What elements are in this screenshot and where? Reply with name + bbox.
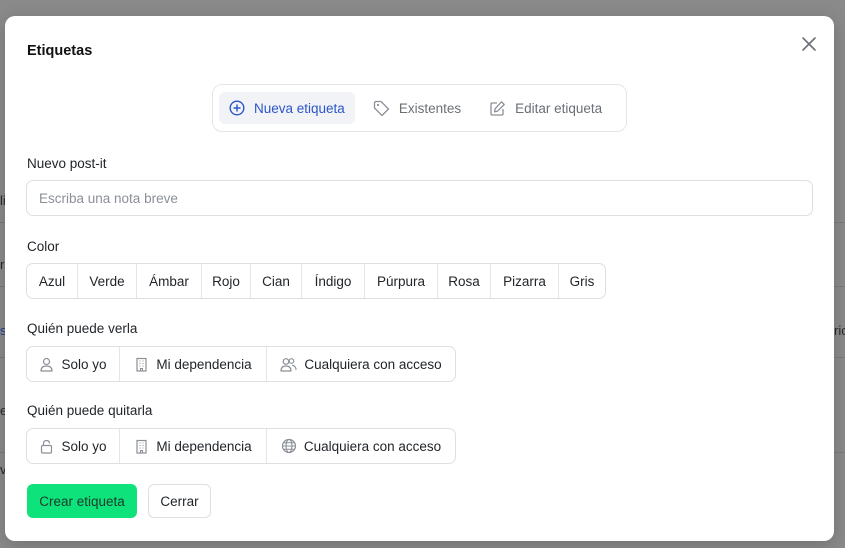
- close-modal-button[interactable]: Cerrar: [148, 484, 211, 518]
- option-label: Solo yo: [61, 438, 107, 454]
- color-option-gris[interactable]: Gris: [559, 264, 605, 298]
- lock-icon: [41, 439, 53, 454]
- note-label: Nuevo post-it: [27, 156, 107, 171]
- visibility-selector: Solo yo Mi dependencia Cualquiera con ac…: [26, 346, 456, 382]
- visibility-option-only-me[interactable]: Solo yo: [27, 347, 120, 381]
- create-label-button[interactable]: Crear etiqueta: [27, 484, 137, 518]
- color-selector: Azul Verde Ámbar Rojo Cian Índigo Púrpur…: [26, 263, 606, 299]
- visibility-label: Quién puede verla: [27, 321, 138, 336]
- tab-new-label[interactable]: Nueva etiqueta: [219, 92, 355, 124]
- tag-icon: [373, 100, 389, 116]
- color-option-indigo[interactable]: Índigo: [302, 264, 365, 298]
- option-label: Mi dependencia: [156, 438, 252, 454]
- option-label: Cualquiera con acceso: [303, 438, 442, 454]
- plus-circle-icon: [229, 100, 245, 116]
- edit-icon: [490, 100, 505, 116]
- globe-icon: [281, 438, 296, 454]
- close-button[interactable]: [798, 33, 820, 55]
- option-label: Mi dependencia: [156, 356, 252, 372]
- user-icon: [40, 357, 54, 372]
- users-icon: [280, 357, 297, 372]
- color-option-rosa[interactable]: Rosa: [438, 264, 491, 298]
- color-option-rojo[interactable]: Rojo: [202, 264, 251, 298]
- color-label: Color: [27, 239, 60, 254]
- tab-bar: Nueva etiqueta Existentes Editar etiquet…: [212, 84, 627, 132]
- background-text: r: [0, 257, 5, 272]
- tab-edit-label[interactable]: Editar etiqueta: [479, 92, 612, 124]
- background-text: ric: [834, 323, 845, 338]
- removal-selector: Solo yo Mi dependencia Cualquiera con ac…: [26, 428, 456, 464]
- labels-modal: Etiquetas Nueva etiqueta Existentes Edit…: [5, 16, 834, 541]
- visibility-option-anyone[interactable]: Cualquiera con acceso: [267, 347, 455, 381]
- tab-label: Nueva etiqueta: [254, 100, 345, 116]
- color-option-verde[interactable]: Verde: [78, 264, 137, 298]
- tab-existing[interactable]: Existentes: [363, 92, 471, 124]
- color-option-purpura[interactable]: Púrpura: [365, 264, 438, 298]
- modal-title: Etiquetas: [27, 43, 93, 59]
- tab-label: Existentes: [398, 100, 462, 116]
- close-icon: [802, 37, 816, 51]
- note-input[interactable]: [26, 180, 813, 216]
- color-option-cian[interactable]: Cian: [251, 264, 302, 298]
- removal-label: Quién puede quitarla: [27, 403, 153, 418]
- visibility-option-my-unit[interactable]: Mi dependencia: [120, 347, 267, 381]
- removal-option-only-me[interactable]: Solo yo: [27, 429, 120, 463]
- color-option-ambar[interactable]: Ámbar: [137, 264, 202, 298]
- color-option-pizarra[interactable]: Pizarra: [491, 264, 559, 298]
- tab-label: Editar etiqueta: [515, 100, 603, 116]
- removal-option-anyone[interactable]: Cualquiera con acceso: [267, 429, 455, 463]
- building-icon: [136, 439, 147, 454]
- removal-option-my-unit[interactable]: Mi dependencia: [120, 429, 267, 463]
- building-icon: [136, 357, 147, 372]
- color-option-azul[interactable]: Azul: [27, 264, 78, 298]
- option-label: Cualquiera con acceso: [304, 356, 442, 372]
- option-label: Solo yo: [61, 356, 107, 372]
